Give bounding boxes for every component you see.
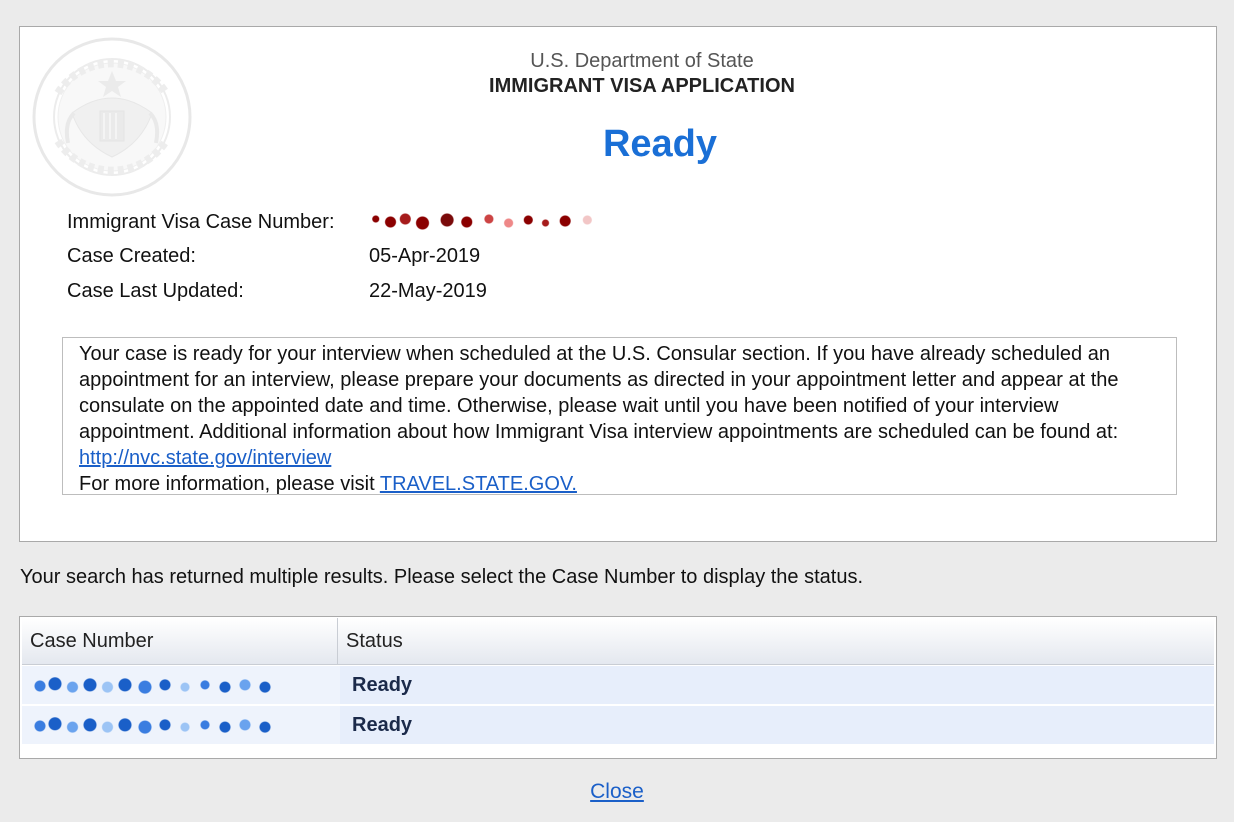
close-link-container: Close — [0, 780, 1234, 804]
table-row: Ready — [22, 666, 1214, 705]
case-updated-row: Case Last Updated: 22-May-2019 — [67, 280, 487, 303]
row-status: Ready — [340, 666, 1214, 704]
application-title: IMMIGRANT VISA APPLICATION — [489, 75, 795, 97]
case-created-row: Case Created: 05-Apr-2019 — [67, 245, 480, 268]
redacted-case-number — [30, 675, 280, 697]
redacted-case-number — [30, 715, 280, 737]
status-panel: U.S. Department of State IMMIGRANT VISA … — [19, 26, 1217, 542]
column-header-case-number: Case Number — [22, 618, 338, 664]
case-number-label: Immigrant Visa Case Number: — [67, 211, 335, 233]
redacted-case-number — [361, 211, 607, 231]
close-link[interactable]: Close — [590, 780, 644, 803]
status-message-text: Your case is ready for your interview wh… — [79, 343, 1119, 443]
case-number-link[interactable] — [30, 715, 280, 737]
case-status-heading: Ready — [602, 123, 718, 165]
case-created-label: Case Created: — [67, 245, 196, 267]
status-message-box: Your case is ready for your interview wh… — [62, 337, 1177, 495]
search-results-message: Your search has returned multiple result… — [20, 566, 864, 588]
travel-state-gov-link[interactable]: TRAVEL.STATE.GOV. — [380, 473, 577, 495]
more-info-text: For more information, please visit — [79, 473, 380, 495]
case-updated-label: Case Last Updated: — [67, 280, 244, 302]
column-header-status: Status — [346, 630, 403, 652]
results-table: Case Number Status Ready Ready — [19, 616, 1217, 759]
row-status: Ready — [340, 706, 1214, 744]
case-number-row: Immigrant Visa Case Number: — [67, 211, 607, 234]
department-name: U.S. Department of State — [530, 50, 754, 72]
case-number-link[interactable] — [30, 675, 280, 697]
results-table-header: Case Number Status — [22, 618, 1214, 665]
table-row: Ready — [22, 706, 1214, 744]
case-created-value: 05-Apr-2019 — [369, 245, 481, 267]
case-updated-value: 22-May-2019 — [369, 280, 487, 302]
page: U.S. Department of State IMMIGRANT VISA … — [0, 0, 1234, 822]
interview-info-link[interactable]: http://nvc.state.gov/interview — [79, 447, 331, 469]
